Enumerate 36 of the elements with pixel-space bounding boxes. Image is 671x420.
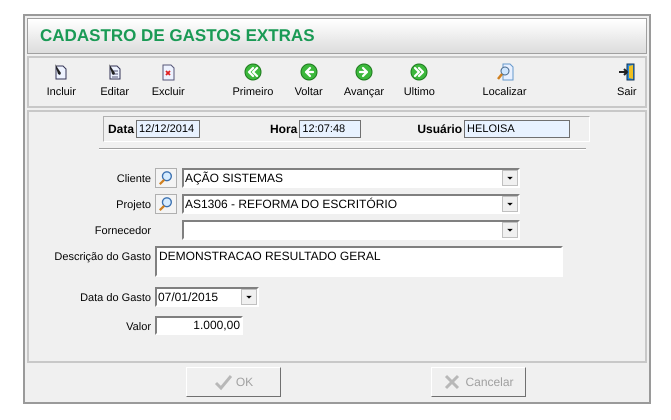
dropdown-field[interactable] [182, 220, 520, 240]
date-picker[interactable]: 07/01/2015 [155, 287, 259, 307]
field-label: Fornecedor [94, 224, 152, 239]
read-only-field: 12/12/2014 [136, 120, 200, 138]
dropdown-field[interactable]: AS1306 - REFORMA DO ESCRITÓRIO [182, 194, 520, 214]
toolbar-button[interactable]: Incluir [43, 60, 80, 104]
toolbar-button[interactable]: Localizar [482, 60, 527, 104]
field-label: Usuário [417, 121, 462, 138]
text-area[interactable]: DEMONSTRACAO RESULTADO GERAL [155, 246, 563, 277]
toolbar-button[interactable]: Primeiro [232, 60, 274, 104]
read-only-field: 12:07:48 [299, 120, 362, 138]
toolbar-button[interactable]: Avançar [344, 60, 384, 104]
search-icon [158, 196, 174, 212]
toolbar-button[interactable]: Voltar [290, 60, 327, 104]
exit-door-icon [618, 63, 636, 82]
toolbar-button[interactable]: Editar [96, 60, 133, 104]
lookup-button[interactable] [155, 168, 177, 188]
search-icon [496, 63, 514, 82]
toolbar-button[interactable]: Ultimo [401, 60, 438, 104]
field-label: Data [108, 121, 134, 138]
window-title: CADASTRO DE GASTOS EXTRAS [40, 25, 315, 48]
field-label: Descrição do Gasto [53, 250, 152, 265]
field-label: Valor [125, 320, 152, 335]
search-icon [158, 170, 174, 186]
input-field[interactable]: 1.000,00 [155, 316, 243, 335]
field-label: Projeto [115, 198, 152, 213]
read-only-field: HELOISA [464, 120, 570, 138]
field-label: Data do Gasto [79, 291, 152, 306]
close-icon [443, 372, 462, 390]
lookup-button[interactable] [155, 194, 177, 214]
field-label: Cliente [116, 172, 152, 187]
field-label: Hora [270, 121, 298, 138]
dropdown-field[interactable]: AÇÃO SISTEMAS [182, 168, 520, 188]
check-icon [214, 372, 232, 390]
toolbar-button[interactable]: Excluir [150, 60, 186, 104]
toolbar-button[interactable]: Sair [608, 60, 646, 104]
